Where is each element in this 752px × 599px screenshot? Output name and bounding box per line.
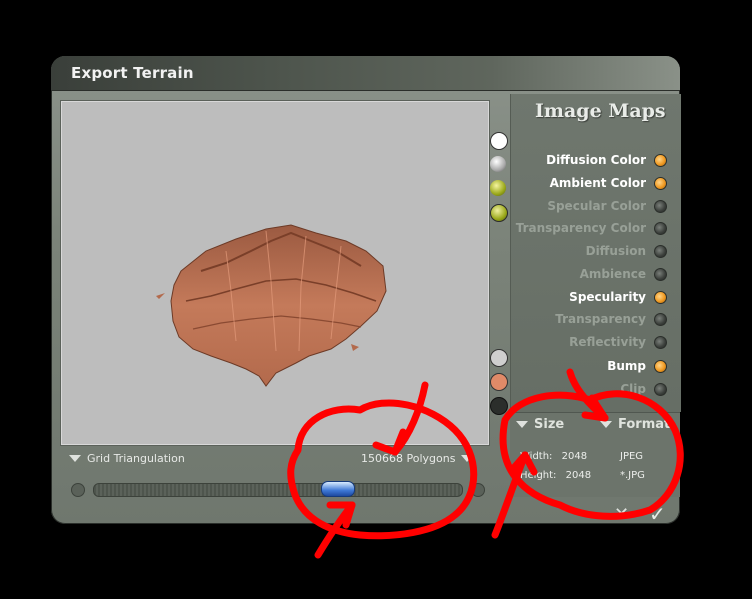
map-item-bump[interactable]: Bump [607,356,667,376]
map-item-transparency-color[interactable]: Transparency Color [516,218,667,238]
polygon-slider-thumb[interactable] [321,481,355,497]
map-item-clip[interactable]: Clip [620,379,667,399]
background-color-swatch[interactable] [490,349,508,367]
map-item-label: Clip [620,382,646,396]
shaded-sphere-icon[interactable] [490,156,506,172]
dialog-title: Export Terrain [71,64,194,82]
map-toggle-icon [654,382,667,396]
chevron-down-icon [516,421,528,428]
chevron-down-icon [600,421,612,428]
map-toggle-icon [654,199,667,213]
map-item-label: Reflectivity [569,335,646,349]
minus-icon[interactable] [71,483,85,497]
map-item-ambient-color[interactable]: Ambient Color [550,173,667,193]
title-bar[interactable]: Export Terrain [51,56,680,91]
format-heading: Format [618,417,671,432]
map-toggle-icon [654,335,667,349]
plus-icon[interactable] [471,483,485,497]
map-item-transparency[interactable]: Transparency [555,309,667,329]
map-item-label: Specular Color [547,199,646,213]
triangulation-label: Grid Triangulation [87,452,185,465]
map-item-specular-color[interactable]: Specular Color [547,196,667,216]
height-value[interactable]: 2048 [566,470,591,481]
chevron-down-icon [69,455,81,462]
map-item-ambience[interactable]: Ambience [580,264,667,284]
map-item-diffusion-color[interactable]: Diffusion Color [546,150,667,170]
format-type[interactable]: JPEG [620,451,643,462]
map-item-specularity[interactable]: Specularity [569,287,667,307]
map-item-label: Ambience [579,267,646,281]
export-terrain-dialog: Export Terrain Grid Triangulation 150668… [51,56,681,526]
width-row: Width: 2048 [520,451,587,462]
map-item-label: Transparency [555,312,646,326]
triangulation-dropdown[interactable]: Grid Triangulation [69,452,185,465]
size-heading: Size [534,417,565,432]
format-extension[interactable]: *.JPG [620,470,645,481]
map-toggle-icon [654,176,667,190]
map-item-label: Diffusion [585,244,646,258]
map-toggle-icon [654,244,667,258]
x-icon[interactable]: ✕ [614,504,629,525]
map-item-reflectivity[interactable]: Reflectivity [569,332,667,352]
shadow-color-swatch[interactable] [490,397,508,415]
map-toggle-icon [654,312,667,326]
format-dropdown[interactable]: Format [600,417,670,432]
map-item-label: Ambient Color [549,176,646,190]
height-label: Height: [520,470,557,481]
terrain-model [156,224,387,387]
map-item-label: Specularity [569,290,646,304]
polygons-label: 150668 Polygons [361,452,456,465]
size-dropdown[interactable]: Size [516,417,564,432]
terrain-color-swatch[interactable] [490,373,508,391]
checkmark-icon[interactable]: ✓ [649,502,666,526]
polygons-dropdown[interactable]: 150668 Polygons [361,452,474,465]
map-toggle-icon [654,221,667,235]
wireframe-sphere-icon[interactable] [490,132,508,150]
map-item-diffusion[interactable]: Diffusion [586,241,667,261]
textured-sphere-icon[interactable] [490,180,506,196]
image-maps-panel: Image Maps Diffusion Color Ambient Color… [510,94,681,412]
chevron-down-icon [461,455,474,462]
map-item-label: Diffusion Color [546,153,646,167]
size-format-panel: Size Format Width: 2048 Height: 2048 JPE… [510,412,680,497]
height-row: Height: 2048 [520,470,591,481]
map-toggle-icon [654,267,667,281]
map-toggle-icon [654,359,667,373]
map-item-label: Bump [607,359,646,373]
width-value[interactable]: 2048 [562,451,587,462]
map-item-label: Transparency Color [515,221,646,235]
image-maps-heading: Image Maps [535,100,666,122]
width-label: Width: [520,451,553,462]
polygon-slider-track[interactable] [93,483,463,497]
map-toggle-icon [654,290,667,304]
terrain-preview-viewport[interactable] [60,100,490,446]
grid-sphere-icon[interactable] [490,204,508,222]
map-toggle-icon [654,153,667,167]
